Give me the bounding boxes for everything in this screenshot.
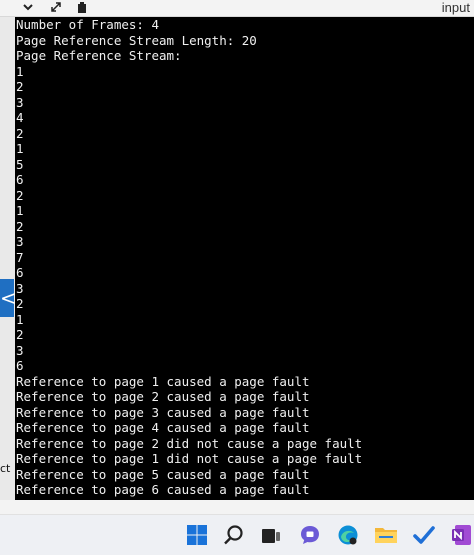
console-line: Reference to page 1 did not cause a page… (16, 451, 363, 466)
console-line: 1 (16, 63, 24, 79)
chevron-down-icon[interactable] (22, 1, 34, 15)
console-line: Reference to page 6 caused a page fault (16, 482, 310, 497)
console-line: Reference to page 4 caused a page fault (16, 420, 310, 435)
window-top-bar: input (0, 0, 474, 17)
console-line: Reference to page 2 caused a page fault (16, 389, 310, 404)
console-line: 6 (16, 358, 24, 373)
console-line: 2 (16, 218, 24, 234)
input-tab-label[interactable]: input (442, 0, 470, 16)
console-output-text: Number of Frames: 4 Page Reference Stream… (15, 17, 474, 498)
console-line: 4 (16, 110, 24, 125)
task-view-icon[interactable] (259, 523, 283, 547)
windows-start-icon[interactable] (185, 523, 209, 547)
clipboard-icon[interactable] (76, 1, 88, 15)
console-line: Page Reference Stream Length: 20 (16, 32, 257, 48)
console-line: 7 (16, 249, 24, 265)
console-line: 2 (16, 125, 24, 141)
windows-taskbar (0, 515, 474, 555)
console-line: Page Reference Stream: (16, 48, 182, 63)
console-line: 1 (16, 141, 24, 156)
console-output-panel[interactable]: Number of Frames: 4 Page Reference Stream… (15, 17, 474, 500)
console-line: 6 (16, 172, 24, 187)
console-line: Reference to page 3 caused a page fault (16, 404, 310, 420)
file-explorer-icon[interactable] (374, 523, 398, 547)
expand-icon[interactable] (50, 1, 62, 15)
left-panel-partial-text: ct (0, 462, 11, 475)
console-line: 1 (16, 311, 24, 327)
todo-icon[interactable] (412, 523, 436, 547)
console-line: 3 (16, 342, 24, 358)
console-line: 2 (16, 187, 24, 203)
console-line: 5 (16, 156, 24, 172)
console-line: 6 (16, 265, 24, 280)
collapse-panel-button[interactable]: < (0, 279, 17, 317)
console-line: 2 (16, 79, 24, 94)
chat-icon[interactable] (298, 523, 322, 547)
edge-browser-icon[interactable] (336, 523, 360, 547)
console-footer-strip (0, 500, 474, 515)
console-line: 3 (16, 280, 24, 296)
console-line: 2 (16, 296, 24, 311)
onenote-icon[interactable] (450, 523, 474, 547)
console-line: 3 (16, 94, 24, 110)
console-line: Reference to page 5 caused a page fault (16, 466, 310, 482)
console-line: Reference to page 2 did not cause a page… (16, 435, 363, 451)
console-line: 2 (16, 327, 24, 342)
console-line: 3 (16, 234, 24, 249)
console-line: 1 (16, 203, 24, 218)
console-line: Reference to page 1 caused a page fault (16, 373, 310, 389)
search-icon[interactable] (222, 523, 246, 547)
left-side-panel: < ct (0, 17, 17, 500)
console-line: Number of Frames: 4 (16, 17, 159, 32)
